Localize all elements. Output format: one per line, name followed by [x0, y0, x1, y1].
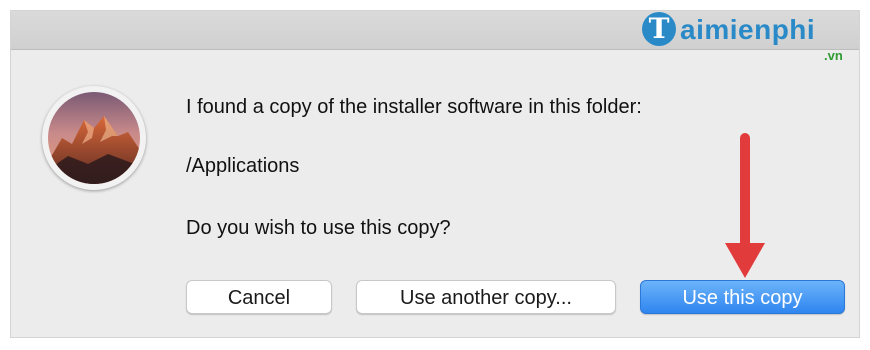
- use-another-copy-button[interactable]: Use another copy...: [356, 280, 616, 314]
- dialog-message: I found a copy of the installer software…: [186, 96, 642, 118]
- watermark-brand-text: aimienphi: [680, 14, 816, 45]
- watermark-domain-suffix: .vn: [824, 48, 843, 63]
- taimienphi-watermark: T aimienphi .vn: [642, 8, 862, 70]
- cancel-button[interactable]: Cancel: [186, 280, 332, 314]
- taimienphi-logo-icon: T: [642, 12, 676, 46]
- installer-path: /Applications: [186, 155, 300, 177]
- mountain-icon: [48, 92, 140, 184]
- screenshot-stage: I found a copy of the installer software…: [0, 0, 870, 350]
- macos-sierra-icon: [42, 86, 146, 190]
- red-arrow-annotation: [725, 133, 765, 278]
- dialog-question: Do you wish to use this copy?: [186, 217, 451, 239]
